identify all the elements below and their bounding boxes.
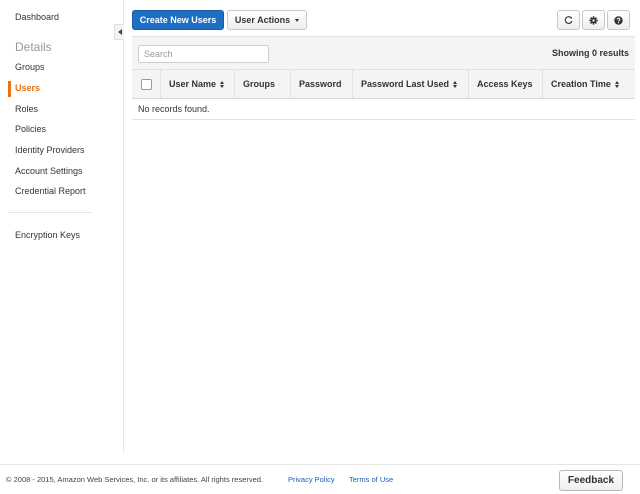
user-actions-label: User Actions [234,15,291,25]
sidebar-item-groups[interactable]: Groups [15,62,45,72]
search-input[interactable] [138,45,269,63]
sort-icon [614,80,619,88]
footer-divider [0,464,640,465]
sidebar-item-encryption-keys[interactable]: Encryption Keys [15,230,80,240]
sidebar-item-account-settings[interactable]: Account Settings [15,166,83,176]
select-all-checkbox[interactable] [140,78,152,90]
chevron-left-icon [117,29,122,35]
sidebar-item-dashboard[interactable]: Dashboard [15,12,59,22]
create-new-users-button[interactable]: Create New Users [132,10,224,30]
empty-message: No records found. [138,104,210,114]
caret-down-icon [295,18,300,22]
results-count: Showing 0 results [551,48,629,58]
sidebar-item-policies[interactable]: Policies [15,124,46,134]
help-icon [614,15,623,25]
column-header-groups[interactable]: Groups [234,70,290,98]
user-actions-button[interactable]: User Actions [227,10,307,30]
table-header: User Name Groups Password Password Last … [132,70,635,99]
refresh-button[interactable] [557,10,580,30]
feedback-button[interactable]: Feedback [559,470,623,491]
sidebar: Dashboard Details Groups Users Roles Pol… [0,0,124,452]
copyright-text: © 2008 - 2015, Amazon Web Services, Inc.… [6,475,264,484]
sidebar-item-roles[interactable]: Roles [15,104,38,114]
sidebar-heading-details: Details [15,40,52,54]
sort-icon [453,80,458,88]
column-header-password[interactable]: Password [290,70,352,98]
column-label: Creation Time [551,79,611,89]
select-all-cell [132,70,160,98]
gear-icon [589,15,598,25]
sidebar-item-credential-report[interactable]: Credential Report [15,186,86,196]
column-label: User Name [169,79,217,89]
collapse-sidebar-button[interactable] [114,24,124,40]
column-header-access-keys[interactable]: Access Keys [468,70,542,98]
terms-of-use-link[interactable]: Terms of Use [349,475,393,484]
settings-button[interactable] [582,10,605,30]
sidebar-item-users[interactable]: Users [15,83,40,93]
column-header-user-name[interactable]: User Name [160,70,234,98]
users-table-panel: Showing 0 results User Name Groups Passw… [132,36,635,120]
sort-icon [220,80,225,88]
column-header-password-last-used[interactable]: Password Last Used [352,70,468,98]
column-label: Groups [243,79,276,89]
table-row: No records found. [132,99,635,120]
column-label: Password [299,79,342,89]
table-toolbar: Showing 0 results [132,36,635,70]
column-label: Access Keys [477,79,533,89]
column-label: Password Last Used [361,79,450,89]
active-indicator [8,81,11,97]
sidebar-item-identity-providers[interactable]: Identity Providers [15,145,85,155]
privacy-policy-link[interactable]: Privacy Policy [288,475,335,484]
help-button[interactable] [607,10,630,30]
sidebar-divider [8,212,92,213]
column-header-creation-time[interactable]: Creation Time [542,70,635,98]
refresh-icon [564,15,573,24]
